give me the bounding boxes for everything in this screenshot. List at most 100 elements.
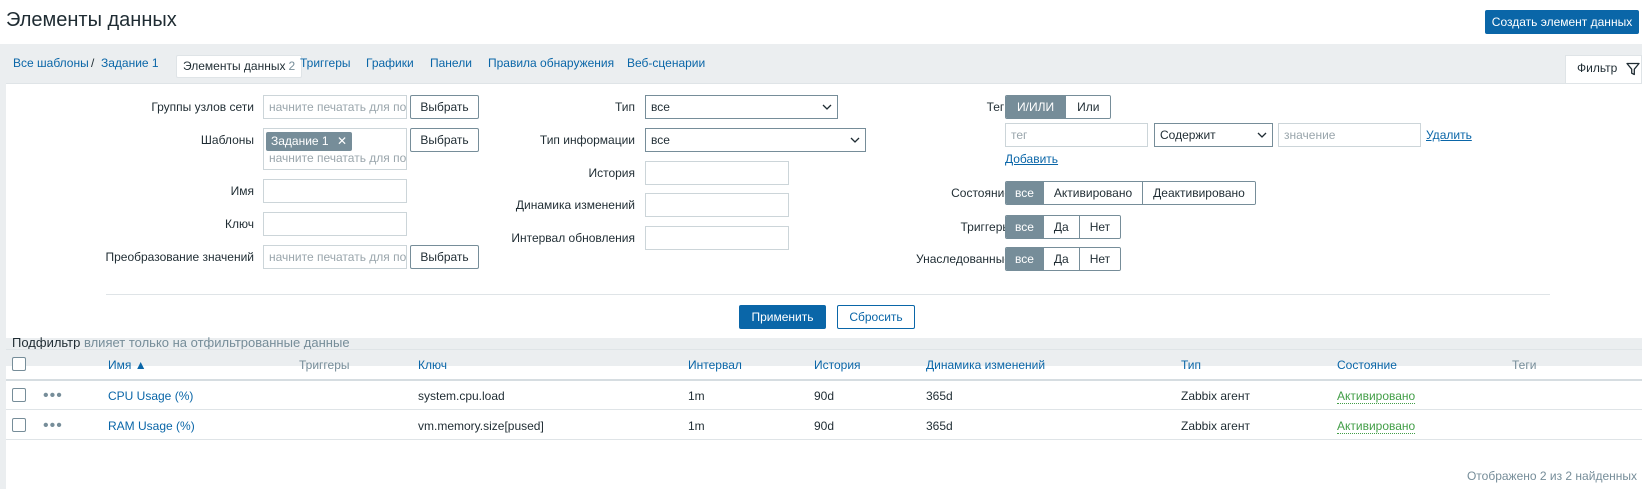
more-actions-icon[interactable]: ••• <box>43 418 63 434</box>
info-type-select-value: все <box>651 133 670 147</box>
state-toggle: все Активировано Деактивировано <box>1005 181 1256 205</box>
host-groups-label: Группы узлов сети <box>151 100 254 114</box>
row-checkbox[interactable] <box>12 418 26 432</box>
tag-add-link[interactable]: Добавить <box>1005 152 1058 166</box>
interval-input[interactable] <box>645 226 789 250</box>
create-item-button[interactable]: Создать элемент данных <box>1485 10 1639 34</box>
filter-icon <box>1626 62 1640 76</box>
state-all-option[interactable]: все <box>1006 182 1043 204</box>
chevron-down-icon <box>822 104 832 110</box>
breadcrumb-separator: / <box>91 56 95 70</box>
history-label: История <box>588 166 635 180</box>
tab-dashboards[interactable]: Панели <box>430 56 472 70</box>
tab-graphs[interactable]: Графики <box>366 56 414 70</box>
column-header-history[interactable]: История <box>814 358 861 372</box>
column-header-status[interactable]: Состояние <box>1337 358 1397 372</box>
chip-remove-icon[interactable]: ✕ <box>337 134 347 148</box>
state-enabled-option[interactable]: Активировано <box>1042 182 1143 204</box>
inherited-no-option[interactable]: Нет <box>1078 248 1121 270</box>
subfilter-heading: Подфильтр влияет только на отфильтрованн… <box>12 335 350 350</box>
chevron-down-icon <box>1257 132 1267 138</box>
subfilter-note: влияет только на отфильтрованные данные <box>83 335 350 350</box>
host-groups-select-button[interactable]: Выбрать <box>410 95 479 119</box>
template-chip: Задание 1 ✕ <box>266 132 353 151</box>
tag-operator-select[interactable]: Содержит <box>1154 123 1273 147</box>
state-disabled-option[interactable]: Деактивировано <box>1142 182 1255 204</box>
breadcrumb-template[interactable]: Задание 1 <box>101 56 159 70</box>
inherited-yes-option[interactable]: Да <box>1042 248 1079 270</box>
triggers-all-option[interactable]: все <box>1006 216 1043 238</box>
info-type-select[interactable]: все <box>645 128 866 152</box>
table-top-border <box>6 349 1642 350</box>
interval-label: Интервал обновления <box>511 231 635 245</box>
more-actions-icon[interactable]: ••• <box>43 388 63 404</box>
type-label: Тип <box>614 100 635 114</box>
select-all-checkbox[interactable] <box>12 357 26 371</box>
valuemap-input[interactable]: начните печатать для по <box>263 245 407 269</box>
tag-value-placeholder: значение <box>1284 128 1336 142</box>
host-groups-input[interactable]: начните печатать для по <box>263 95 407 119</box>
tag-value-input[interactable]: значение <box>1278 123 1421 147</box>
column-header-triggers: Триггеры <box>299 358 350 372</box>
reset-button[interactable]: Сбросить <box>837 305 915 329</box>
key-label: Ключ <box>225 217 254 231</box>
row-divider <box>6 439 1642 440</box>
column-header-trends[interactable]: Динамика изменений <box>926 358 1045 372</box>
trends-input[interactable] <box>645 193 789 217</box>
item-name-link[interactable]: CPU Usage (%) <box>108 389 193 403</box>
tags-andor-option[interactable]: И/ИЛИ <box>1006 96 1066 118</box>
key-input[interactable] <box>263 212 407 236</box>
item-trends: 365d <box>926 389 953 403</box>
subfilter-title: Подфильтр <box>12 335 81 350</box>
name-input[interactable] <box>263 179 407 203</box>
templates-label: Шаблоны <box>200 133 254 147</box>
item-type: Zabbix агент <box>1181 419 1250 433</box>
triggers-no-option[interactable]: Нет <box>1078 216 1121 238</box>
tags-evaltype-toggle: И/ИЛИ Или <box>1005 95 1112 119</box>
tag-operator-value: Содержит <box>1160 128 1216 142</box>
column-header-interval[interactable]: Интервал <box>688 358 742 372</box>
table-header-border <box>6 379 1642 381</box>
templates-select-button[interactable]: Выбрать <box>410 128 479 152</box>
trends-label: Динамика изменений <box>515 198 635 212</box>
filter-panel <box>6 83 1642 338</box>
row-checkbox[interactable] <box>12 388 26 402</box>
item-status-toggle[interactable]: Активировано <box>1337 419 1416 434</box>
tag-name-input[interactable]: тег <box>1005 123 1148 147</box>
tab-discovery-rules[interactable]: Правила обнаружения <box>488 56 614 70</box>
column-header-type[interactable]: Тип <box>1181 358 1201 372</box>
breadcrumb-all-templates[interactable]: Все шаблоны <box>13 56 89 70</box>
valuemap-label: Преобразование значений <box>105 250 254 264</box>
item-type: Zabbix агент <box>1181 389 1250 403</box>
tags-or-option[interactable]: Или <box>1065 96 1111 118</box>
item-key: vm.memory.size[pused] <box>418 419 544 433</box>
state-label: Состояние <box>951 186 1011 200</box>
item-status-toggle[interactable]: Активировано <box>1337 389 1416 404</box>
valuemap-placeholder: начните печатать для по <box>269 250 407 264</box>
item-trends: 365d <box>926 419 953 433</box>
item-name-link[interactable]: RAM Usage (%) <box>108 419 195 433</box>
type-select-value: все <box>651 100 670 114</box>
triggers-yes-option[interactable]: Да <box>1042 216 1079 238</box>
tab-web-scenarios[interactable]: Веб-сценарии <box>627 56 705 70</box>
column-header-tags: Теги <box>1512 358 1537 372</box>
column-header-key[interactable]: Ключ <box>418 358 447 372</box>
valuemap-select-button[interactable]: Выбрать <box>410 245 479 269</box>
info-type-label: Тип информации <box>539 133 635 147</box>
tag-remove-link[interactable]: Удалить <box>1426 128 1472 142</box>
tab-triggers[interactable]: Триггеры <box>300 56 351 70</box>
item-interval: 1m <box>688 419 705 433</box>
inherited-all-option[interactable]: все <box>1006 248 1043 270</box>
type-select[interactable]: все <box>645 95 838 119</box>
filter-tab-label: Фильтр <box>1577 61 1618 75</box>
tab-items-count: 2 <box>288 59 296 73</box>
row-divider <box>6 409 1642 410</box>
history-input[interactable] <box>645 161 789 185</box>
chevron-down-icon <box>850 137 860 143</box>
column-header-name[interactable]: Имя ▲ <box>108 358 147 372</box>
filter-tab[interactable]: Фильтр <box>1565 55 1642 83</box>
apply-button[interactable]: Применить <box>739 305 826 329</box>
page-title: Элементы данных <box>6 9 177 31</box>
tab-items[interactable]: Элементы данных 2 <box>176 55 303 78</box>
tab-items-label: Элементы данных <box>183 59 286 73</box>
